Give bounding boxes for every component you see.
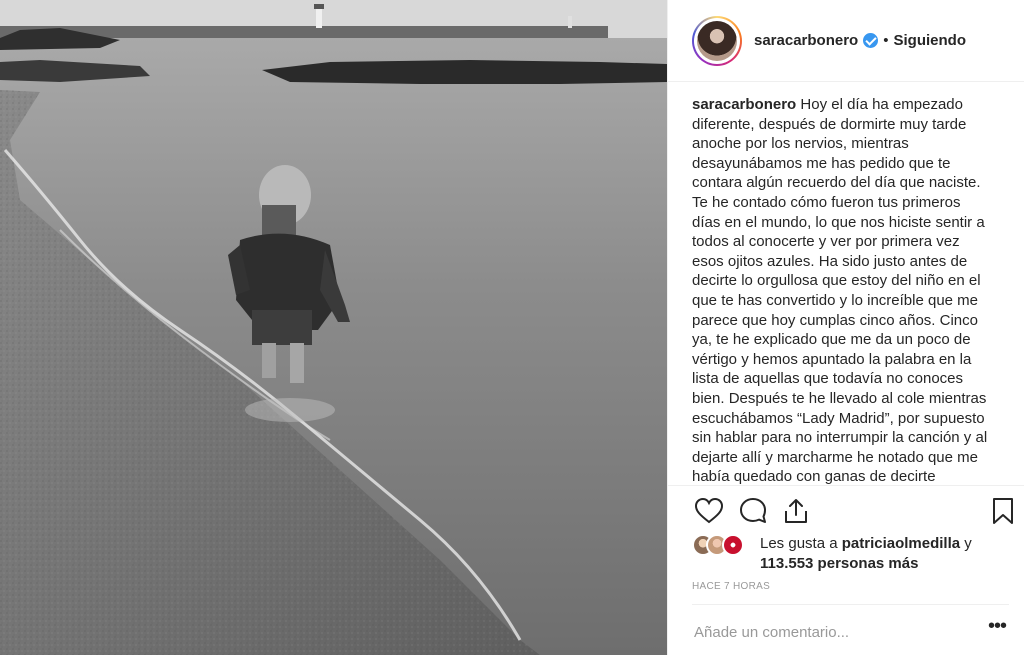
comment-input[interactable] <box>694 621 964 643</box>
heart-icon <box>694 497 724 524</box>
liker-username-link[interactable]: patriciaolmedilla <box>842 535 960 552</box>
following-button[interactable]: Siguiendo <box>893 32 966 49</box>
likes-count-link[interactable]: 113.553 personas más <box>760 555 918 572</box>
liker-avatar <box>722 534 744 556</box>
verified-badge-icon <box>863 33 879 48</box>
action-bar <box>668 485 1024 535</box>
username-link[interactable]: saracarbonero <box>754 32 858 49</box>
save-button[interactable] <box>988 496 1018 526</box>
post-photo[interactable] <box>0 0 667 655</box>
comment-bar: ••• <box>692 604 1009 655</box>
beach-photo-illustration <box>0 0 667 655</box>
post-caption: saracarbonero Hoy el día ha empezado dif… <box>692 95 992 485</box>
separator-dot: • <box>883 32 889 49</box>
likes-prefix: Les gusta a <box>760 535 838 552</box>
bookmark-icon <box>993 498 1013 524</box>
comment-button[interactable] <box>738 496 768 526</box>
post-timestamp[interactable]: HACE 7 HORAS <box>692 581 770 592</box>
share-button[interactable] <box>781 496 811 526</box>
share-icon <box>785 499 807 523</box>
liker-avatars[interactable] <box>692 534 752 556</box>
post-header: saracarbonero • Siguiendo <box>668 0 1024 82</box>
comment-bubble-icon <box>740 498 766 523</box>
caption-username-link[interactable]: saracarbonero <box>692 96 796 113</box>
post-side-panel: saracarbonero • Siguiendo saracarbonero … <box>667 0 1024 655</box>
likes-conjunction: y <box>964 535 972 552</box>
more-options-button[interactable]: ••• <box>985 616 1009 643</box>
likes-section: Les gusta a patriciaolmedilla y 113.553 … <box>692 534 1012 574</box>
caption-text: Hoy el día ha empezado diferente, despué… <box>692 96 988 485</box>
like-button[interactable] <box>694 496 724 526</box>
story-ring[interactable] <box>692 15 742 66</box>
avatar[interactable] <box>697 20 737 61</box>
